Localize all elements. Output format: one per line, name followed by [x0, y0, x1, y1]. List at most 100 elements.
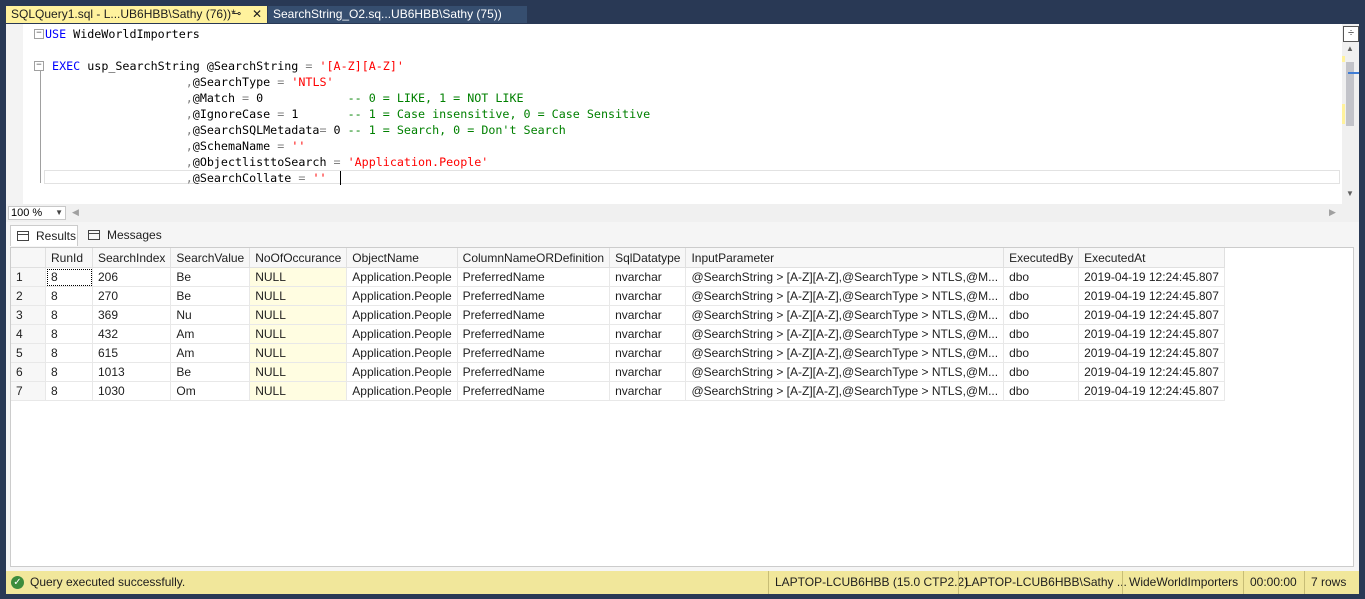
editor-vertical-scrollbar[interactable]: ÷ ▲ ▼ — [1342, 24, 1359, 204]
code-line[interactable]: ,@SearchType = 'NTLS' — [45, 74, 1341, 90]
table-cell[interactable]: dbo — [1003, 381, 1080, 401]
table-cell[interactable]: @SearchString > [A-Z][A-Z],@SearchType >… — [685, 267, 1005, 287]
table-row[interactable]: 6 8 1013 Be NULL Application.People PreferredN… — [11, 362, 1225, 382]
row-number[interactable]: 2 — [11, 286, 46, 306]
code-line[interactable] — [45, 42, 1341, 58]
table-row[interactable]: 4 8 432 Am NULL Application.People PreferredNa… — [11, 324, 1225, 344]
table-row[interactable]: 1 8 206 Be NULL Application.People PreferredNa… — [11, 267, 1225, 287]
table-cell[interactable]: nvarchar — [609, 362, 687, 382]
table-cell[interactable]: Application.People — [346, 343, 458, 363]
table-cell[interactable]: Application.People — [346, 362, 458, 382]
close-icon[interactable]: ✕ — [252, 6, 262, 23]
table-cell[interactable]: PreferredName — [457, 305, 611, 325]
table-cell[interactable]: Application.People — [346, 381, 458, 401]
table-cell[interactable]: @SearchString > [A-Z][A-Z],@SearchType >… — [685, 381, 1005, 401]
table-cell[interactable]: PreferredName — [457, 324, 611, 344]
table-cell[interactable]: nvarchar — [609, 324, 687, 344]
table-row[interactable]: 7 8 1030 Om NULL Application.People PreferredN… — [11, 381, 1225, 401]
table-cell[interactable]: 8 — [45, 324, 93, 344]
column-header[interactable]: ColumnNameORDefinition — [457, 248, 611, 268]
code-line[interactable]: ,@IgnoreCase = 1 -- 1 = Case insensitive… — [45, 106, 1341, 122]
table-cell[interactable]: 2019-04-19 12:24:45.807 — [1078, 324, 1225, 344]
table-cell[interactable]: PreferredName — [457, 362, 611, 382]
scroll-up-arrow-icon[interactable]: ▲ — [1346, 44, 1354, 53]
table-cell[interactable]: nvarchar — [609, 343, 687, 363]
table-cell[interactable]: 1030 — [92, 381, 172, 401]
table-cell[interactable]: 8 — [45, 267, 93, 287]
table-cell[interactable]: 8 — [45, 343, 93, 363]
table-row[interactable]: 5 8 615 Am NULL Application.People PreferredNa… — [11, 343, 1225, 363]
tab-sqlquery1[interactable]: SQLQuery1.sql - L...UB6HBB\Sathy (76))* … — [6, 6, 267, 23]
code-line[interactable]: ,@SchemaName = '' — [45, 138, 1341, 154]
table-cell[interactable]: 2019-04-19 12:24:45.807 — [1078, 362, 1225, 382]
table-cell[interactable]: dbo — [1003, 267, 1080, 287]
column-header[interactable]: ExecutedAt — [1078, 248, 1225, 268]
code-line[interactable]: ,@SearchSQLMetadata= 0 -- 1 = Search, 0 … — [45, 122, 1341, 138]
code-line[interactable]: USE WideWorldImporters — [45, 26, 1341, 42]
table-cell[interactable]: @SearchString > [A-Z][A-Z],@SearchType >… — [685, 305, 1005, 325]
row-number-header[interactable] — [11, 248, 46, 268]
column-header[interactable]: SqlDatatype — [609, 248, 687, 268]
table-cell[interactable]: 2019-04-19 12:24:45.807 — [1078, 286, 1225, 306]
table-cell[interactable]: 2019-04-19 12:24:45.807 — [1078, 381, 1225, 401]
table-cell[interactable]: 2019-04-19 12:24:45.807 — [1078, 305, 1225, 325]
scroll-right-arrow-icon[interactable]: ▶ — [1329, 207, 1336, 218]
results-grid[interactable]: RunId SearchIndex SearchValue NoOfOccurance… — [10, 247, 1354, 567]
table-cell[interactable]: 206 — [92, 267, 172, 287]
row-number[interactable]: 3 — [11, 305, 46, 325]
table-cell[interactable]: @SearchString > [A-Z][A-Z],@SearchType >… — [685, 362, 1005, 382]
table-cell[interactable]: Application.People — [346, 286, 458, 306]
row-number[interactable]: 6 — [11, 362, 46, 382]
table-cell[interactable]: 2019-04-19 12:24:45.807 — [1078, 267, 1225, 287]
column-header[interactable]: InputParameter — [685, 248, 1005, 268]
table-cell[interactable]: Be — [170, 286, 251, 306]
column-header[interactable]: RunId — [45, 248, 93, 268]
column-header[interactable]: ObjectName — [346, 248, 458, 268]
table-cell[interactable]: 369 — [92, 305, 172, 325]
table-cell[interactable]: NULL — [249, 267, 348, 287]
column-header[interactable]: SearchIndex — [92, 248, 172, 268]
table-row[interactable]: 3 8 369 Nu NULL Application.People PreferredNa… — [11, 305, 1225, 325]
column-header[interactable]: ExecutedBy — [1003, 248, 1080, 268]
table-cell[interactable]: NULL — [249, 343, 348, 363]
table-cell[interactable]: PreferredName — [457, 267, 611, 287]
table-cell[interactable]: 8 — [45, 305, 93, 325]
code-line[interactable]: ,@SearchCollate = '' — [45, 170, 1341, 186]
row-number[interactable]: 4 — [11, 324, 46, 344]
table-cell[interactable]: nvarchar — [609, 267, 687, 287]
table-cell[interactable]: NULL — [249, 381, 348, 401]
table-cell[interactable]: NULL — [249, 286, 348, 306]
table-cell[interactable]: Nu — [170, 305, 251, 325]
table-cell[interactable]: @SearchString > [A-Z][A-Z],@SearchType >… — [685, 324, 1005, 344]
table-cell[interactable]: dbo — [1003, 305, 1080, 325]
table-cell[interactable]: nvarchar — [609, 305, 687, 325]
collapse-icon[interactable]: − — [34, 29, 44, 39]
table-cell[interactable]: 615 — [92, 343, 172, 363]
code-line[interactable]: ,@Match = 0 -- 0 = LIKE, 1 = NOT LIKE — [45, 90, 1341, 106]
table-cell[interactable]: @SearchString > [A-Z][A-Z],@SearchType >… — [685, 343, 1005, 363]
table-cell[interactable]: Application.People — [346, 267, 458, 287]
tab-messages[interactable]: Messages — [82, 225, 162, 246]
row-number[interactable]: 1 — [11, 267, 46, 287]
tab-searchstring-o2[interactable]: SearchString_O2.sq...UB6HBB\Sathy (75)) — [268, 6, 527, 23]
table-cell[interactable]: Be — [170, 362, 251, 382]
table-cell[interactable]: nvarchar — [609, 286, 687, 306]
query-editor[interactable]: − − USE WideWorldImporters EXEC usp_Sear… — [6, 24, 1359, 204]
column-header[interactable]: NoOfOccurance — [249, 248, 348, 268]
table-cell[interactable]: 432 — [92, 324, 172, 344]
scroll-left-arrow-icon[interactable]: ◀ — [72, 207, 79, 218]
table-cell[interactable]: Am — [170, 324, 251, 344]
table-cell[interactable]: NULL — [249, 324, 348, 344]
table-cell[interactable]: Be — [170, 267, 251, 287]
table-cell[interactable]: dbo — [1003, 362, 1080, 382]
table-cell[interactable]: NULL — [249, 305, 348, 325]
table-cell[interactable]: Am — [170, 343, 251, 363]
row-number[interactable]: 5 — [11, 343, 46, 363]
table-cell[interactable]: NULL — [249, 362, 348, 382]
table-cell[interactable]: dbo — [1003, 324, 1080, 344]
table-cell[interactable]: 8 — [45, 286, 93, 306]
table-cell[interactable]: @SearchString > [A-Z][A-Z],@SearchType >… — [685, 286, 1005, 306]
table-cell[interactable]: PreferredName — [457, 286, 611, 306]
column-header[interactable]: SearchValue — [170, 248, 251, 268]
table-cell[interactable]: Om — [170, 381, 251, 401]
